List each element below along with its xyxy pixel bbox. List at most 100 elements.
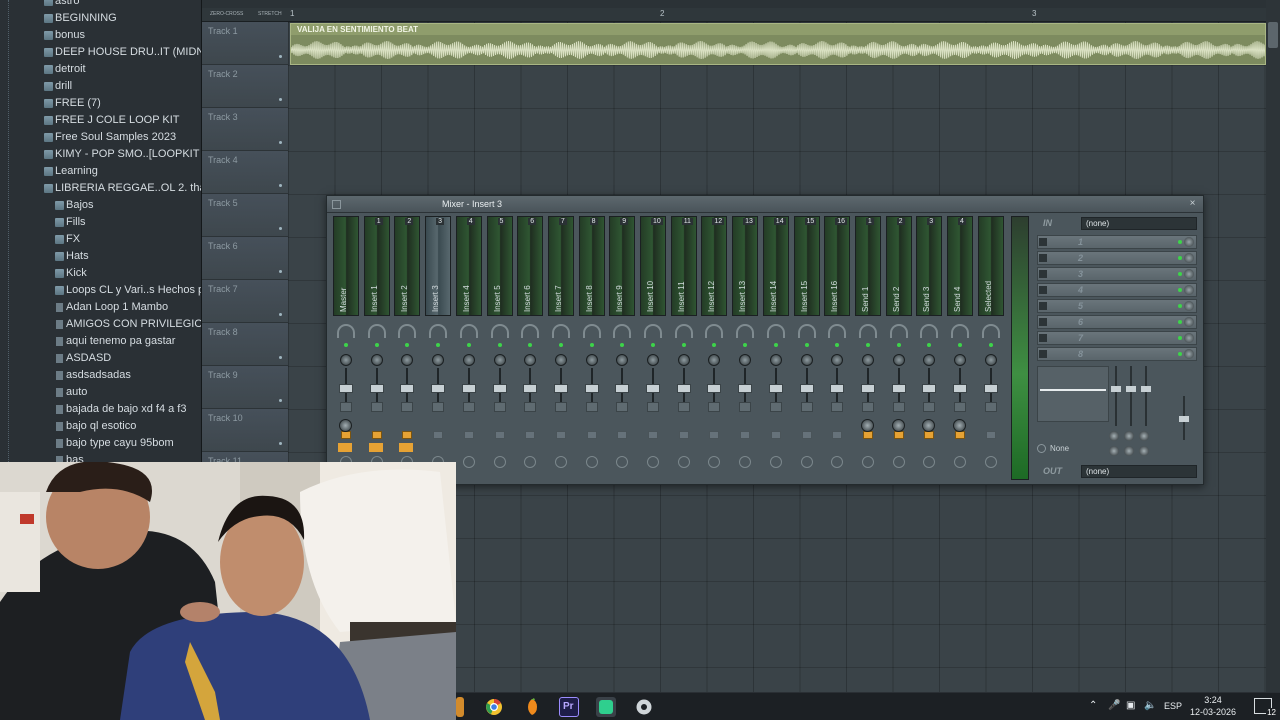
slot-enable-led[interactable] — [1178, 288, 1182, 292]
browser-item[interactable]: bas — [0, 452, 201, 462]
slot-enable-led[interactable] — [1178, 336, 1182, 340]
slot-enable-led[interactable] — [1178, 352, 1182, 356]
stereo-knob[interactable] — [800, 456, 813, 468]
track-header[interactable]: Track 1 — [202, 22, 288, 65]
stereo-knob[interactable] — [708, 456, 721, 468]
slot-menu-icon[interactable] — [1039, 270, 1047, 278]
volume-fader[interactable] — [431, 384, 446, 393]
slot-enable-led[interactable] — [1178, 272, 1182, 276]
stereo-knob[interactable] — [677, 456, 690, 468]
pan-knob[interactable] — [462, 354, 475, 366]
strip-enable-led[interactable] — [927, 343, 932, 347]
slot-menu-icon[interactable] — [1039, 318, 1047, 326]
pan-arc[interactable] — [459, 324, 478, 338]
slot-enable-led[interactable] — [1178, 240, 1182, 244]
strip-enable-led[interactable] — [344, 343, 348, 347]
scrollbar-thumb[interactable] — [1268, 22, 1278, 48]
swap-button[interactable] — [861, 402, 874, 412]
send-knob[interactable] — [953, 419, 966, 432]
track-header[interactable]: Track 9 — [202, 366, 288, 409]
stereo-knob[interactable] — [493, 456, 506, 468]
track-header[interactable]: Track 7 — [202, 280, 288, 323]
pan-knob[interactable] — [524, 354, 537, 366]
pan-arc[interactable] — [613, 324, 632, 338]
route-button[interactable] — [832, 431, 843, 439]
eq-knob[interactable] — [1124, 431, 1134, 441]
pan-arc[interactable] — [521, 324, 540, 338]
slot-enable-led[interactable] — [1178, 320, 1182, 324]
mixer-strip[interactable]: 1 Insert 1 — [362, 216, 392, 482]
premiere-icon[interactable]: Pr — [559, 697, 579, 717]
strip-enable-led[interactable] — [743, 343, 748, 347]
close-icon[interactable]: × — [1187, 199, 1198, 210]
route-button[interactable] — [862, 431, 873, 439]
stereo-knob[interactable] — [616, 456, 629, 468]
volume-fader[interactable] — [523, 384, 538, 393]
browser-item[interactable]: FREE J COLE LOOP KIT — [0, 112, 201, 129]
fl-studio-icon[interactable] — [522, 697, 542, 717]
fx-slot[interactable]: 4 — [1037, 283, 1197, 297]
pan-arc[interactable] — [858, 324, 877, 338]
swap-button[interactable] — [708, 402, 721, 412]
browser-item[interactable]: AMIGOS CON PRIVILEGIOS BEAT — [0, 316, 201, 333]
audio-clip[interactable]: VALIJA EN SENTIMIENTO BEAT — [290, 23, 1266, 65]
fx-indicator[interactable] — [338, 443, 352, 452]
slot-mix-knob[interactable] — [1184, 285, 1194, 295]
browser-item[interactable]: aqui tenemo pa gastar — [0, 333, 201, 350]
swap-button[interactable] — [923, 402, 936, 412]
pan-knob[interactable] — [585, 354, 598, 366]
pan-arc[interactable] — [828, 324, 847, 338]
stereo-knob[interactable] — [954, 456, 966, 468]
eq-fader-mid[interactable] — [1126, 366, 1136, 426]
pan-arc[interactable] — [644, 324, 662, 338]
send-knob[interactable] — [339, 419, 352, 432]
pan-knob[interactable] — [340, 354, 352, 366]
pan-knob[interactable] — [800, 354, 813, 366]
stereo-knob[interactable] — [769, 456, 782, 468]
pan-knob[interactable] — [861, 354, 874, 366]
volume-fader[interactable] — [615, 384, 630, 393]
volume-fader[interactable] — [922, 384, 937, 393]
route-button[interactable] — [893, 431, 904, 439]
browser-item[interactable]: Fills — [0, 214, 201, 231]
pan-arc[interactable] — [981, 324, 1000, 338]
strip-enable-led[interactable] — [558, 343, 563, 347]
stereo-knob[interactable] — [554, 456, 567, 468]
eq-knob[interactable] — [1139, 431, 1149, 441]
pan-knob[interactable] — [769, 354, 782, 366]
eq-fader-high[interactable] — [1141, 366, 1151, 426]
mixer-strip[interactable]: 14 Insert 14 — [761, 216, 791, 482]
fx-indicator[interactable] — [368, 443, 383, 452]
slot-menu-icon[interactable] — [1039, 334, 1047, 342]
volume-fader[interactable] — [953, 384, 967, 393]
fx-slot[interactable]: 6 — [1037, 315, 1197, 329]
track-header[interactable]: Track 8 — [202, 323, 288, 366]
swap-button[interactable] — [769, 402, 782, 412]
eq-knob[interactable] — [1109, 446, 1119, 456]
swap-button[interactable] — [800, 402, 813, 412]
mixer-strip[interactable]: 3 Send 3 — [914, 216, 944, 482]
route-button[interactable] — [678, 431, 689, 439]
volume-fader[interactable] — [768, 384, 783, 393]
volume-icon[interactable]: 🔈 — [1144, 700, 1156, 711]
stereo-knob[interactable] — [892, 456, 905, 468]
fx-slot[interactable]: 7 — [1037, 331, 1197, 345]
browser-item[interactable]: bajo ql esotico — [0, 418, 201, 435]
fx-indicator[interactable] — [399, 443, 414, 452]
volume-fader[interactable] — [830, 384, 845, 393]
mixer-strip[interactable]: 11 Insert 11 — [669, 216, 699, 482]
route-button[interactable] — [617, 431, 628, 439]
pan-arc[interactable] — [337, 324, 355, 338]
mixer-menu-icon[interactable] — [332, 200, 341, 209]
strip-enable-led[interactable] — [988, 343, 993, 347]
swap-button[interactable] — [954, 402, 966, 412]
mixer-strip[interactable]: 8 Insert 8 — [577, 216, 607, 482]
mixer-strip[interactable]: 9 Insert 9 — [607, 216, 637, 482]
browser-item[interactable]: drill — [0, 78, 201, 95]
route-button[interactable] — [955, 431, 965, 439]
fx-slot[interactable]: 2 — [1037, 251, 1197, 265]
zero-cross-toggle[interactable]: ZERO-CROSS — [210, 11, 243, 17]
mixer-strip[interactable]: 13 Insert 13 — [730, 216, 760, 482]
chrome-icon[interactable] — [484, 697, 504, 717]
pan-knob[interactable] — [831, 354, 844, 366]
